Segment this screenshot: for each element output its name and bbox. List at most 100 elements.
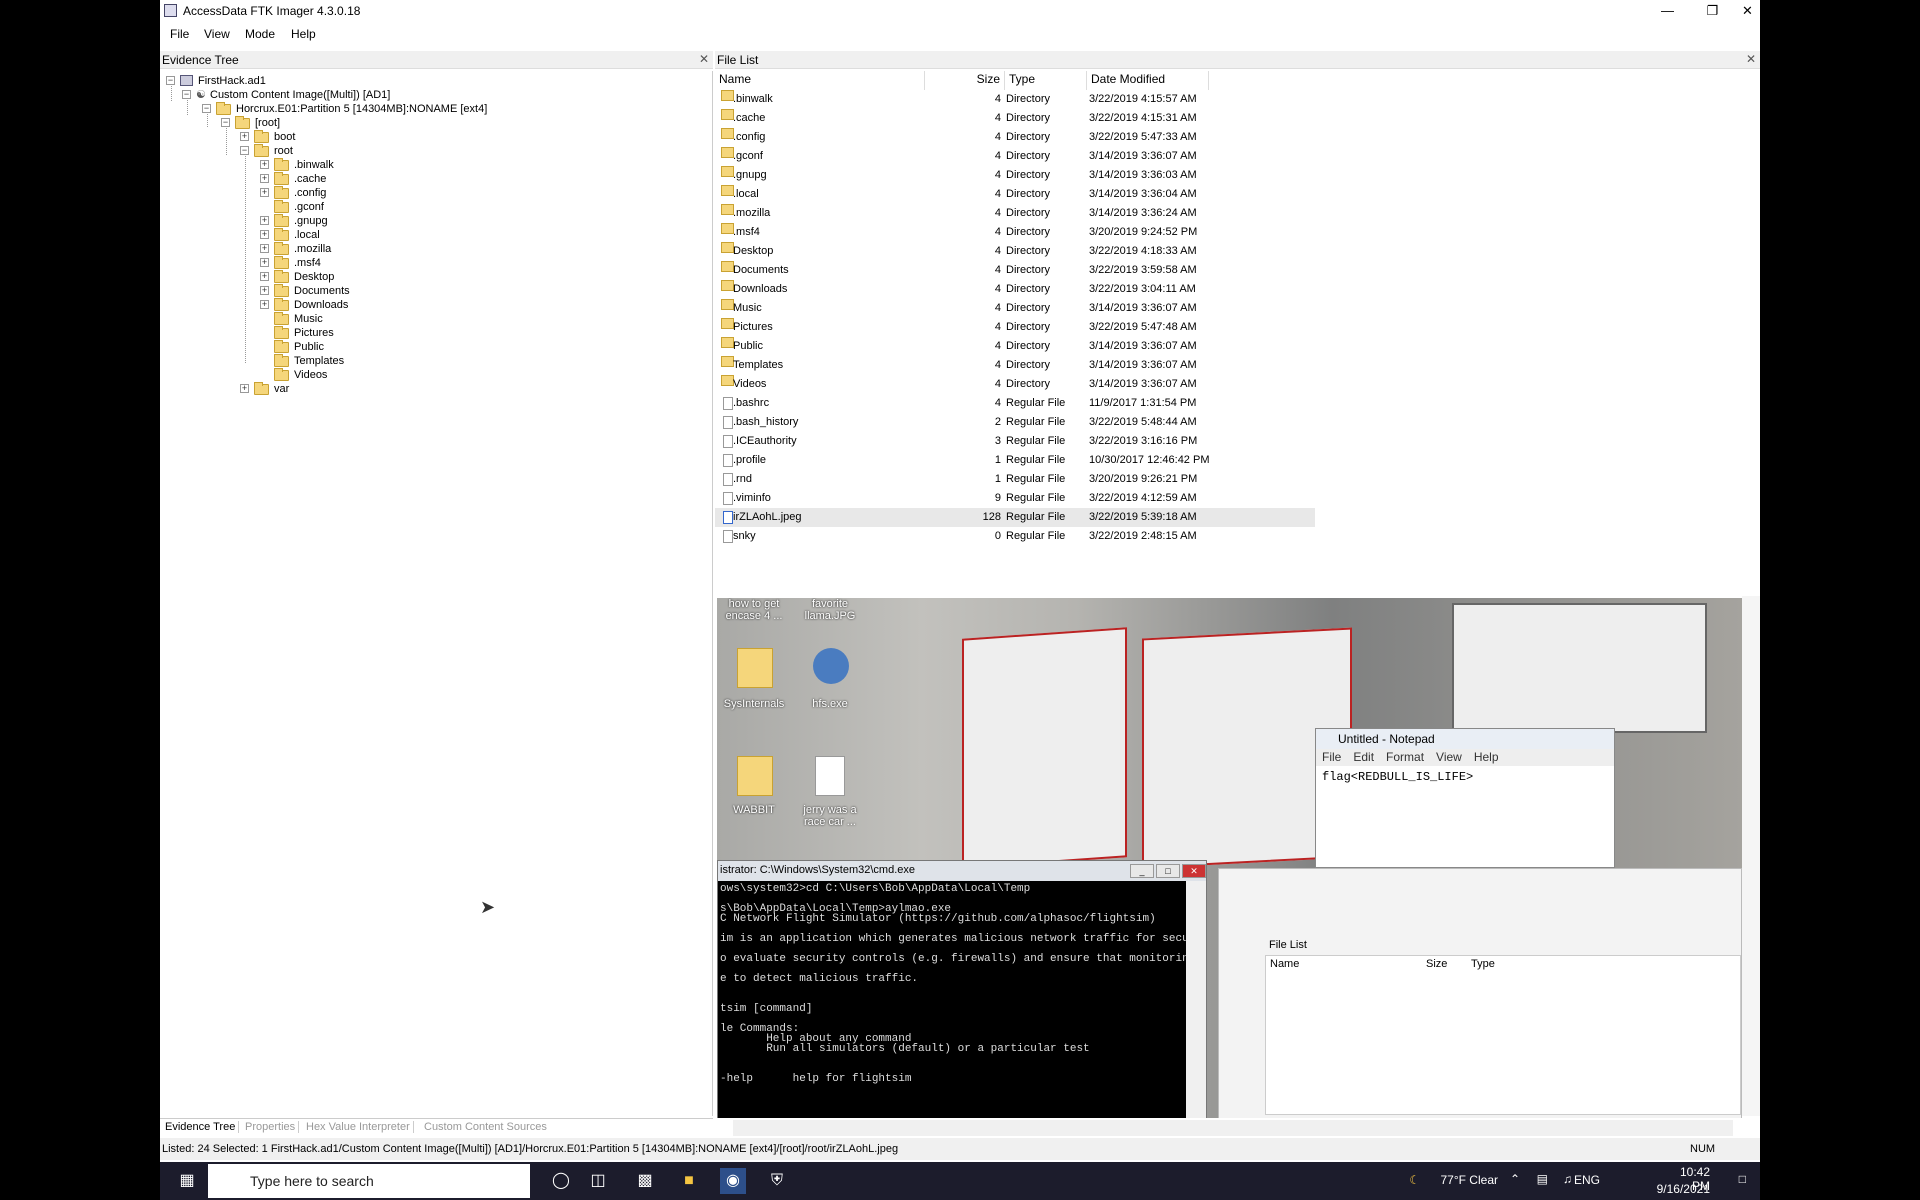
table-row[interactable]: .gconf 4 Directory 3/14/2019 3:36:07 AM	[715, 147, 1315, 166]
cell-name: .binwalk	[733, 93, 773, 105]
cell-name: .msf4	[733, 226, 760, 238]
column-date-modified[interactable]: Date Modified	[1087, 71, 1209, 90]
restore-button[interactable]: ❐	[1690, 0, 1735, 22]
cell-size: 4	[994, 188, 1001, 200]
table-row[interactable]: Desktop 4 Directory 3/22/2019 4:18:33 AM	[715, 242, 1315, 261]
table-row[interactable]: irZLAohL.jpeg 128 Regular File 3/22/2019 5:…	[715, 508, 1315, 527]
table-row[interactable]: Public 4 Directory 3/14/2019 3:36:07 AM	[715, 337, 1315, 356]
taskbar-search-input[interactable]: Type here to search	[208, 1164, 530, 1198]
cell-name: .bashrc	[733, 397, 770, 409]
cmd-line: Run all simulators (default) or a partic…	[720, 1043, 1090, 1055]
minimize-button[interactable]: —	[1645, 0, 1690, 22]
cmd-line: tsim [command]	[720, 1003, 813, 1015]
weather-text[interactable]: 77°F Clear	[1441, 1173, 1499, 1187]
table-row[interactable]: Documents 4 Directory 3/22/2019 3:59:58 AM	[715, 261, 1315, 280]
table-row[interactable]: .profile 1 Regular File 10/30/2017 12:46:42…	[715, 451, 1315, 470]
table-row[interactable]: Downloads 4 Directory 3/22/2019 3:04:11 AM	[715, 280, 1315, 299]
shield-icon[interactable]: ⛨	[764, 1168, 790, 1194]
cmd-window: istrator: C:\Windows\System32\cmd.exe _ …	[717, 860, 1207, 1118]
tab-properties[interactable]: Properties	[245, 1121, 300, 1133]
column-name[interactable]: Name	[715, 71, 925, 90]
cell-type: Directory	[1006, 188, 1051, 200]
minimize-icon: _	[1130, 864, 1154, 878]
mouse-cursor-icon: ➤	[480, 897, 496, 917]
table-row[interactable]: Videos 4 Directory 3/14/2019 3:36:07 AM	[715, 375, 1315, 394]
column-type[interactable]: Type	[1005, 71, 1087, 90]
table-row[interactable]: .local 4 Directory 3/14/2019 3:36:04 AM	[715, 185, 1315, 204]
file-explorer-icon[interactable]: ■	[676, 1168, 702, 1194]
table-row[interactable]: .rnd 1 Regular File 3/20/2019 9:26:21 PM	[715, 470, 1315, 489]
cell-type: Directory	[1006, 245, 1051, 257]
table-row[interactable]: .binwalk 4 Directory 3/22/2019 4:15:57 AM	[715, 90, 1315, 109]
menu-view[interactable]: View	[204, 27, 230, 41]
volume-icon[interactable]: ♫	[1563, 1172, 1572, 1186]
viewer-vertical-scrollbar[interactable]	[1742, 596, 1760, 1116]
table-row[interactable]: .mozilla 4 Directory 3/14/2019 3:36:24 AM	[715, 204, 1315, 223]
menu-help[interactable]: Help	[291, 27, 316, 41]
file-icon	[723, 473, 733, 486]
cell-type: Directory	[1006, 150, 1051, 162]
cell-name: .viminfo	[733, 492, 771, 504]
notification-icon[interactable]: □	[1739, 1172, 1746, 1186]
cell-size: 4	[994, 283, 1001, 295]
viewer-horizontal-scrollbar[interactable]	[733, 1120, 1733, 1136]
cortana-icon[interactable]: ◯	[548, 1168, 574, 1194]
menu-mode[interactable]: Mode	[245, 27, 275, 41]
table-row[interactable]: Templates 4 Directory 3/14/2019 3:36:07 AM	[715, 356, 1315, 375]
file-icon	[723, 397, 733, 410]
viewer-image: how to get encase 4 ... favorite llama.J…	[717, 598, 1742, 1118]
cell-size: 4	[994, 340, 1001, 352]
table-row[interactable]: .bash_history 2 Regular File 3/22/2019 5:48…	[715, 413, 1315, 432]
table-row[interactable]: .gnupg 4 Directory 3/14/2019 3:36:03 AM	[715, 166, 1315, 185]
cell-name: .cache	[733, 112, 766, 124]
language-indicator[interactable]: ENG	[1574, 1173, 1600, 1187]
cmd-line: le Commands:	[720, 1023, 800, 1035]
terminal-icon[interactable]: ▩	[632, 1168, 658, 1194]
folder-icon	[737, 756, 773, 796]
cell-date: 3/22/2019 5:48:44 AM	[1089, 416, 1197, 428]
cell-size: 4	[994, 302, 1001, 314]
menu-bar: File View Mode Help	[160, 24, 1760, 46]
table-row[interactable]: Music 4 Directory 3/14/2019 3:36:07 AM	[715, 299, 1315, 318]
table-row[interactable]: snky 0 Regular File 3/22/2019 2:48:15 AM	[715, 527, 1315, 546]
cell-date: 3/14/2019 3:36:24 AM	[1089, 207, 1197, 219]
cell-name: Templates	[733, 359, 784, 371]
evidence-tree-header: Evidence Tree ✕	[160, 51, 713, 69]
cell-type: Directory	[1006, 378, 1051, 390]
menu-file[interactable]: File	[170, 27, 189, 41]
cell-size: 4	[994, 131, 1001, 143]
cell-name: irZLAohL.jpeg	[733, 511, 802, 523]
cell-size: 1	[994, 473, 1001, 485]
clock-date[interactable]: 9/16/2021	[1657, 1182, 1710, 1196]
table-row[interactable]: Pictures 4 Directory 3/22/2019 5:47:48 AM	[715, 318, 1315, 337]
table-row[interactable]: .viminfo 9 Regular File 3/22/2019 4:12:59 A…	[715, 489, 1315, 508]
close-icon[interactable]: ✕	[1746, 52, 1756, 66]
task-view-icon[interactable]: ◫	[585, 1168, 611, 1194]
cell-size: 4	[994, 93, 1001, 105]
title-bar[interactable]: AccessData FTK Imager 4.3.0.18 — ❐ ✕	[160, 0, 1760, 22]
tab-custom-content-sources[interactable]: Custom Content Sources	[424, 1121, 550, 1133]
ftk-imager-icon[interactable]: ◉	[720, 1168, 746, 1194]
cmd-line: e to detect malicious traffic.	[720, 973, 919, 985]
cmd-line: im is an application which generates mal…	[720, 933, 1202, 945]
cell-type: Regular File	[1006, 416, 1066, 428]
tab-hex-value-interpreter[interactable]: Hex Value Interpreter	[306, 1121, 414, 1133]
table-row[interactable]: .msf4 4 Directory 3/20/2019 9:24:52 PM	[715, 223, 1315, 242]
table-row[interactable]: .bashrc 4 Regular File 11/9/2017 1:31:54 PM	[715, 394, 1315, 413]
cell-type: Directory	[1006, 169, 1051, 181]
tab-evidence-tree[interactable]: Evidence Tree	[165, 1121, 240, 1133]
table-row[interactable]: .ICEauthority 3 Regular File 3/22/2019 3:16…	[715, 432, 1315, 451]
cell-size: 4	[994, 321, 1001, 333]
table-row[interactable]: .config 4 Directory 3/22/2019 5:47:33 AM	[715, 128, 1315, 147]
close-icon[interactable]: ✕	[699, 52, 709, 66]
start-icon[interactable]: ▦	[174, 1168, 200, 1194]
cmd-line	[720, 993, 1188, 1003]
network-icon[interactable]: ▤	[1537, 1172, 1548, 1186]
close-button[interactable]: ✕	[1735, 0, 1760, 22]
column-size[interactable]: Size	[925, 71, 1005, 90]
cell-date: 3/22/2019 2:48:15 AM	[1089, 530, 1197, 542]
cell-name: .config	[733, 131, 766, 143]
cell-type: Directory	[1006, 340, 1051, 352]
table-row[interactable]: .cache 4 Directory 3/22/2019 4:15:31 AM	[715, 109, 1315, 128]
chevron-up-icon[interactable]: ⌃	[1510, 1172, 1520, 1186]
